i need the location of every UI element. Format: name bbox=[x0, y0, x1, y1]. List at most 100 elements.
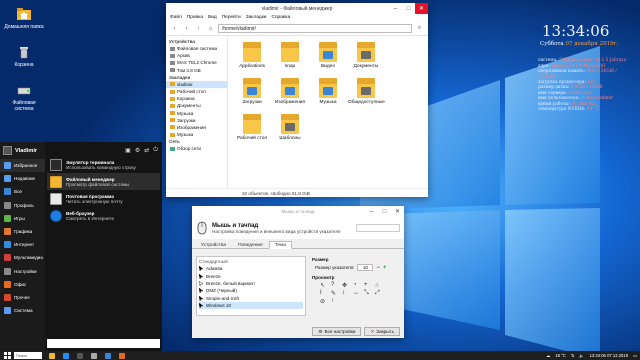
category-item[interactable]: Графика bbox=[0, 225, 45, 238]
volume-icon[interactable]: 🔈 bbox=[579, 353, 584, 359]
start-search-input[interactable] bbox=[47, 339, 160, 348]
sidebar-item[interactable]: MAX TEL2 Chrome bbox=[166, 59, 227, 66]
increase-icon[interactable]: + bbox=[383, 265, 387, 271]
sidebar-item[interactable]: Документы bbox=[166, 102, 227, 109]
sidebar-item[interactable]: Музыка bbox=[166, 131, 227, 138]
maximize-button[interactable]: □ bbox=[402, 3, 415, 14]
file-item[interactable]: Applications bbox=[234, 40, 270, 76]
menu-bookmarks[interactable]: Закладки bbox=[246, 15, 267, 21]
taskbar-search[interactable]: Поиск bbox=[14, 352, 42, 359]
power-icon[interactable]: ⏻ bbox=[153, 147, 158, 154]
file-manager-titlebar[interactable]: vladimir - Файловый менеджер – □ ✕ bbox=[166, 3, 428, 14]
menu-view[interactable]: Вид bbox=[208, 15, 217, 21]
mouse-settings-window[interactable]: Мышь и тачпад – □ ✕ Мышь и тачпад Настро… bbox=[192, 206, 404, 338]
cursor-theme-list[interactable]: Стандартный Adwaita Breeze Breeze, белый в… bbox=[196, 256, 306, 316]
file-item[interactable]: snap bbox=[272, 40, 308, 76]
sidebar-item[interactable]: Рабочий стол bbox=[166, 88, 227, 95]
category-item[interactable]: Настройки bbox=[0, 265, 45, 278]
minimize-button[interactable]: – bbox=[365, 206, 378, 217]
taskbar-app-settings[interactable] bbox=[87, 351, 101, 360]
close-dialog-button[interactable]: ✕ Закрыть bbox=[364, 327, 400, 336]
sidebar-item[interactable]: Загрузки bbox=[166, 117, 227, 124]
theme-item[interactable]: Windows 10 bbox=[198, 301, 303, 310]
category-item[interactable]: Недавние bbox=[0, 172, 45, 185]
all-settings-button[interactable]: ⚙ Все настройки bbox=[312, 327, 362, 336]
taskbar-app-terminal[interactable] bbox=[73, 351, 87, 360]
tab-behavior[interactable]: Поведение bbox=[232, 241, 269, 248]
category-item[interactable]: Игры bbox=[0, 212, 45, 225]
busy-cursor-icon: ◔ bbox=[353, 282, 357, 288]
category-item[interactable]: Система bbox=[0, 304, 45, 317]
sidebar-item[interactable]: vladimir bbox=[166, 80, 227, 88]
category-item[interactable]: Офис bbox=[0, 278, 45, 291]
close-button[interactable]: ✕ bbox=[391, 206, 404, 217]
theme-item[interactable]: Breeze bbox=[198, 273, 303, 280]
settings-icon[interactable]: ⚙ bbox=[135, 147, 140, 154]
up-icon[interactable]: ↑ bbox=[194, 24, 203, 33]
tab-theme[interactable]: Тема bbox=[268, 241, 293, 249]
category-item[interactable]: Все bbox=[0, 185, 45, 198]
sidebar-item[interactable]: Музыка bbox=[166, 110, 227, 117]
desktop-icon-trash[interactable]: Корзина bbox=[4, 44, 44, 68]
theme-item[interactable]: Breeze, белый вариант bbox=[198, 280, 303, 287]
start-button[interactable] bbox=[0, 351, 14, 360]
close-button[interactable]: ✕ bbox=[415, 3, 428, 14]
category-item[interactable]: Избранное bbox=[0, 159, 45, 173]
notifications-icon[interactable]: ▭ bbox=[633, 353, 637, 358]
sidebar-item[interactable]: Архив bbox=[166, 52, 227, 59]
app-item[interactable]: Веб-браузер Смотреть в Интернете bbox=[47, 207, 160, 224]
sidebar-item[interactable]: Файловая система bbox=[166, 45, 227, 52]
file-item[interactable]: Изображения bbox=[272, 76, 308, 112]
category-item[interactable]: Мультимедиа bbox=[0, 251, 45, 264]
file-manager-window[interactable]: vladimir - Файловый менеджер – □ ✕ Файл … bbox=[166, 3, 428, 197]
home-icon[interactable]: ⌂ bbox=[206, 24, 215, 33]
search-icon[interactable]: ⌕ bbox=[415, 24, 424, 33]
category-item[interactable]: Интернет bbox=[0, 238, 45, 251]
file-item[interactable]: Загрузки bbox=[234, 76, 270, 112]
desktop-icon-filesystem[interactable]: Файловая система bbox=[4, 82, 44, 112]
category-item[interactable]: Прочее bbox=[0, 291, 45, 304]
settings-search-input[interactable] bbox=[356, 224, 400, 232]
sidebar-item[interactable]: Корзина bbox=[166, 95, 227, 102]
path-input[interactable]: /home/vladimir/ bbox=[218, 24, 412, 33]
file-item[interactable]: Документы bbox=[348, 40, 384, 76]
sidebar-item[interactable]: Том 3.8 GB bbox=[166, 67, 227, 74]
desktop-icon-home[interactable]: Домашняя папка bbox=[4, 6, 44, 30]
menu-file[interactable]: Файл bbox=[170, 15, 182, 21]
menu-edit[interactable]: Правка bbox=[187, 15, 203, 21]
file-item[interactable]: Шаблоны bbox=[272, 112, 308, 148]
taskbar-app-browser[interactable] bbox=[59, 351, 73, 360]
category-item[interactable]: Профиль bbox=[0, 199, 45, 212]
maximize-button[interactable]: □ bbox=[378, 206, 391, 217]
tab-devices[interactable]: Устройства bbox=[195, 241, 232, 248]
file-item[interactable]: Музыка bbox=[310, 76, 346, 112]
minimize-button[interactable]: – bbox=[389, 3, 402, 14]
taskbar-app-mail[interactable] bbox=[101, 351, 115, 360]
file-item[interactable]: Рабочий стол bbox=[234, 112, 270, 148]
file-item[interactable]: Общедоступные bbox=[348, 76, 385, 112]
theme-item[interactable]: Simple-and-Soft bbox=[198, 294, 303, 302]
user-profile[interactable]: Vladimir bbox=[0, 142, 45, 159]
sidebar-item[interactable]: Изображения bbox=[166, 124, 227, 131]
mouse-settings-titlebar[interactable]: Мышь и тачпад – □ ✕ bbox=[192, 206, 404, 217]
sidebar-item[interactable]: Обзор сети bbox=[166, 145, 227, 152]
network-icon[interactable]: ⇅ bbox=[571, 353, 575, 358]
back-icon[interactable]: ‹ bbox=[170, 24, 179, 33]
taskbar-app-media[interactable] bbox=[115, 351, 129, 360]
menu-help[interactable]: Справка bbox=[271, 15, 290, 21]
app-item[interactable]: Почтовая программа Читать электронную поч… bbox=[47, 190, 160, 207]
switch-user-icon[interactable]: ⇄ bbox=[144, 147, 149, 154]
taskbar-app-files[interactable] bbox=[45, 351, 59, 360]
forward-icon[interactable]: › bbox=[182, 24, 191, 33]
app-item[interactable]: Файловый менеджер Просмотр файловой систе… bbox=[47, 173, 160, 190]
lock-icon[interactable]: ▣ bbox=[125, 147, 131, 154]
app-item[interactable]: Эмулятор терминала Использовать командную… bbox=[47, 156, 160, 173]
pointer-size-field[interactable]: 10 bbox=[357, 264, 374, 271]
decrease-icon[interactable]: − bbox=[376, 265, 380, 271]
file-item[interactable]: Видео bbox=[310, 40, 346, 76]
theme-item[interactable]: Adwaita bbox=[198, 265, 303, 273]
start-menu[interactable]: Vladimir Избранное Недавние Все Профиль Игры… bbox=[0, 142, 162, 351]
menu-go[interactable]: Перейти bbox=[222, 15, 241, 21]
theme-item[interactable]: DMZ (Черный) bbox=[198, 287, 303, 294]
taskbar-clock[interactable]: 13:34:06 07.12.2019 bbox=[590, 353, 628, 358]
